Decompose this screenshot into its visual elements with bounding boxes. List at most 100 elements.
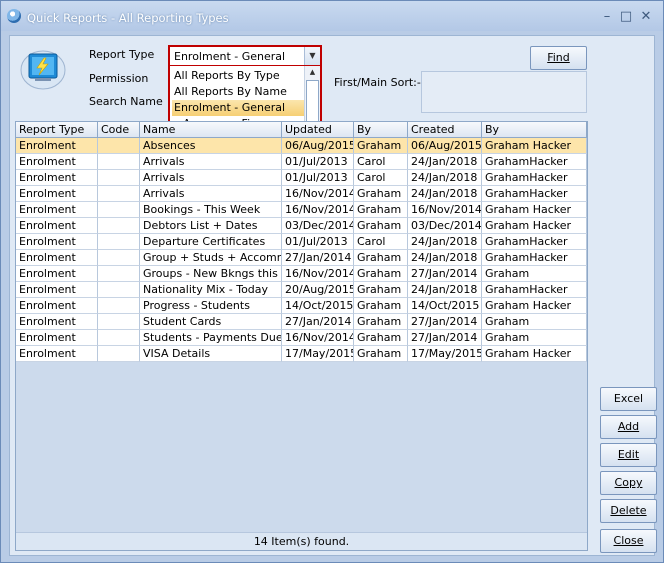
table-cell: [98, 266, 140, 282]
table-cell: Enrolment: [16, 170, 98, 186]
close-button[interactable]: Close: [600, 529, 657, 553]
table-cell: 01/Jul/2013: [282, 234, 354, 250]
status-text: 14 Item(s) found.: [16, 532, 587, 550]
close-window-button[interactable]: ✕: [638, 9, 654, 25]
edit-button[interactable]: Edit: [600, 443, 657, 467]
table-cell: Debtors List + Dates: [140, 218, 282, 234]
reports-grid: Report Type Code Name Updated By Created By En…: [15, 121, 588, 551]
table-cell: 03/Dec/2014: [408, 218, 482, 234]
table-cell: 24/Jan/2018: [408, 250, 482, 266]
table-row[interactable]: Enrolment Bookings - This Week 16/Nov/2014…: [16, 202, 587, 218]
table-cell: Bookings - This Week: [140, 202, 282, 218]
table-cell: Progress - Students: [140, 298, 282, 314]
find-button-label: Find: [547, 51, 570, 64]
table-cell: Graham: [354, 266, 408, 282]
table-cell: [98, 314, 140, 330]
table-row[interactable]: Enrolment Arrivals 01/Jul/2013 Carol 24/Jan/…: [16, 154, 587, 170]
table-cell: GrahamHacker: [482, 154, 587, 170]
copy-button[interactable]: Copy: [600, 471, 657, 495]
reports-logo-icon: [20, 50, 66, 90]
table-cell: 17/May/2015: [408, 346, 482, 362]
table-row[interactable]: Enrolment Debtors List + Dates 03/Dec/2014…: [16, 218, 587, 234]
table-cell: GrahamHacker: [482, 186, 587, 202]
table-cell: [98, 138, 140, 154]
main-panel: Report Type Permission Search Name Enrol…: [9, 35, 657, 556]
dropdown-option[interactable]: All Reports By Name: [172, 84, 304, 100]
table-cell: Graham: [354, 186, 408, 202]
table-row[interactable]: Enrolment Arrivals 01/Jul/2013 Carol 24/Jan/…: [16, 170, 587, 186]
table-cell: [98, 282, 140, 298]
table-row[interactable]: Enrolment Nationality Mix - Today 20/Aug/2…: [16, 282, 587, 298]
excel-button[interactable]: Excel: [600, 387, 657, 411]
table-cell: Arrivals: [140, 154, 282, 170]
table-cell: 16/Nov/2014: [408, 202, 482, 218]
table-cell: 16/Nov/2014: [282, 186, 354, 202]
maximize-button[interactable]: □: [618, 9, 634, 25]
table-cell: 27/Jan/2014: [282, 250, 354, 266]
table-row[interactable]: Enrolment Group + Studs + Accomm 27/Jan/20…: [16, 250, 587, 266]
table-cell: Graham: [354, 138, 408, 154]
table-cell: Groups - New Bkngs this W: [140, 266, 282, 282]
table-cell: 01/Jul/2013: [282, 154, 354, 170]
table-cell: Graham: [482, 314, 587, 330]
table-cell: [98, 298, 140, 314]
table-row[interactable]: Enrolment VISA Details 17/May/2015 Graham 17…: [16, 346, 587, 362]
table-cell: GrahamHacker: [482, 170, 587, 186]
report-type-combo[interactable]: Enrolment - General ▼: [168, 45, 322, 67]
first-main-sort-label: First/Main Sort:-: [334, 76, 421, 89]
table-row[interactable]: Enrolment Absences 06/Aug/2015 Graham 06/Aug…: [16, 138, 587, 154]
table-cell: 06/Aug/2015: [408, 138, 482, 154]
table-cell: Graham: [354, 314, 408, 330]
find-button[interactable]: Find: [530, 46, 587, 70]
table-row[interactable]: Enrolment Students - Payments Due 16/Nov/2…: [16, 330, 587, 346]
table-row[interactable]: Enrolment Groups - New Bkngs this W 16/Nov…: [16, 266, 587, 282]
column-header[interactable]: Name: [140, 122, 282, 137]
table-cell: Group + Studs + Accomm: [140, 250, 282, 266]
copy-button-label: Copy: [614, 476, 643, 489]
table-cell: GrahamHacker: [482, 234, 587, 250]
table-cell: Graham: [354, 346, 408, 362]
table-row[interactable]: Enrolment Departure Certificates 01/Jul/20…: [16, 234, 587, 250]
column-header[interactable]: Code: [98, 122, 140, 137]
table-row[interactable]: Enrolment Progress - Students 14/Oct/2015 G…: [16, 298, 587, 314]
table-cell: Nationality Mix - Today: [140, 282, 282, 298]
table-cell: 24/Jan/2018: [408, 234, 482, 250]
delete-button[interactable]: Delete: [600, 499, 657, 523]
column-header[interactable]: By: [354, 122, 408, 137]
table-cell: Graham Hacker: [482, 202, 587, 218]
table-cell: 14/Oct/2015: [282, 298, 354, 314]
add-button[interactable]: Add: [600, 415, 657, 439]
table-cell: 27/Jan/2014: [408, 330, 482, 346]
table-cell: GrahamHacker: [482, 282, 587, 298]
column-header[interactable]: By: [482, 122, 587, 137]
table-cell: Enrolment: [16, 154, 98, 170]
column-header[interactable]: Updated: [282, 122, 354, 137]
column-header[interactable]: Created: [408, 122, 482, 137]
table-cell: Graham Hacker: [482, 138, 587, 154]
table-cell: [98, 346, 140, 362]
minimize-button[interactable]: –: [599, 9, 615, 25]
table-cell: Enrolment: [16, 218, 98, 234]
scroll-up-icon[interactable]: ▲: [305, 66, 320, 78]
table-cell: Enrolment: [16, 234, 98, 250]
table-cell: Carol: [354, 154, 408, 170]
table-cell: Enrolment: [16, 330, 98, 346]
chevron-down-icon[interactable]: ▼: [304, 47, 320, 65]
table-cell: [98, 202, 140, 218]
table-cell: Graham: [354, 330, 408, 346]
dropdown-option[interactable]: Enrolment - General: [172, 100, 304, 116]
table-row[interactable]: Enrolment Student Cards 27/Jan/2014 Graham 2…: [16, 314, 587, 330]
table-cell: Student Cards: [140, 314, 282, 330]
column-header[interactable]: Report Type: [16, 122, 98, 137]
grid-header: Report Type Code Name Updated By Created By: [16, 122, 587, 138]
table-cell: Graham: [354, 298, 408, 314]
table-cell: 27/Jan/2014: [408, 266, 482, 282]
dropdown-option[interactable]: All Reports By Type: [172, 68, 304, 84]
table-cell: [98, 170, 140, 186]
table-cell: Graham: [482, 266, 587, 282]
table-row[interactable]: Enrolment Arrivals 16/Nov/2014 Graham 24/Jan…: [16, 186, 587, 202]
quick-reports-window: Quick Reports - All Reporting Types – □ …: [0, 0, 664, 563]
table-cell: Arrivals: [140, 170, 282, 186]
first-main-sort-box[interactable]: [421, 71, 587, 113]
title-bar[interactable]: Quick Reports - All Reporting Types – □ …: [1, 1, 663, 31]
